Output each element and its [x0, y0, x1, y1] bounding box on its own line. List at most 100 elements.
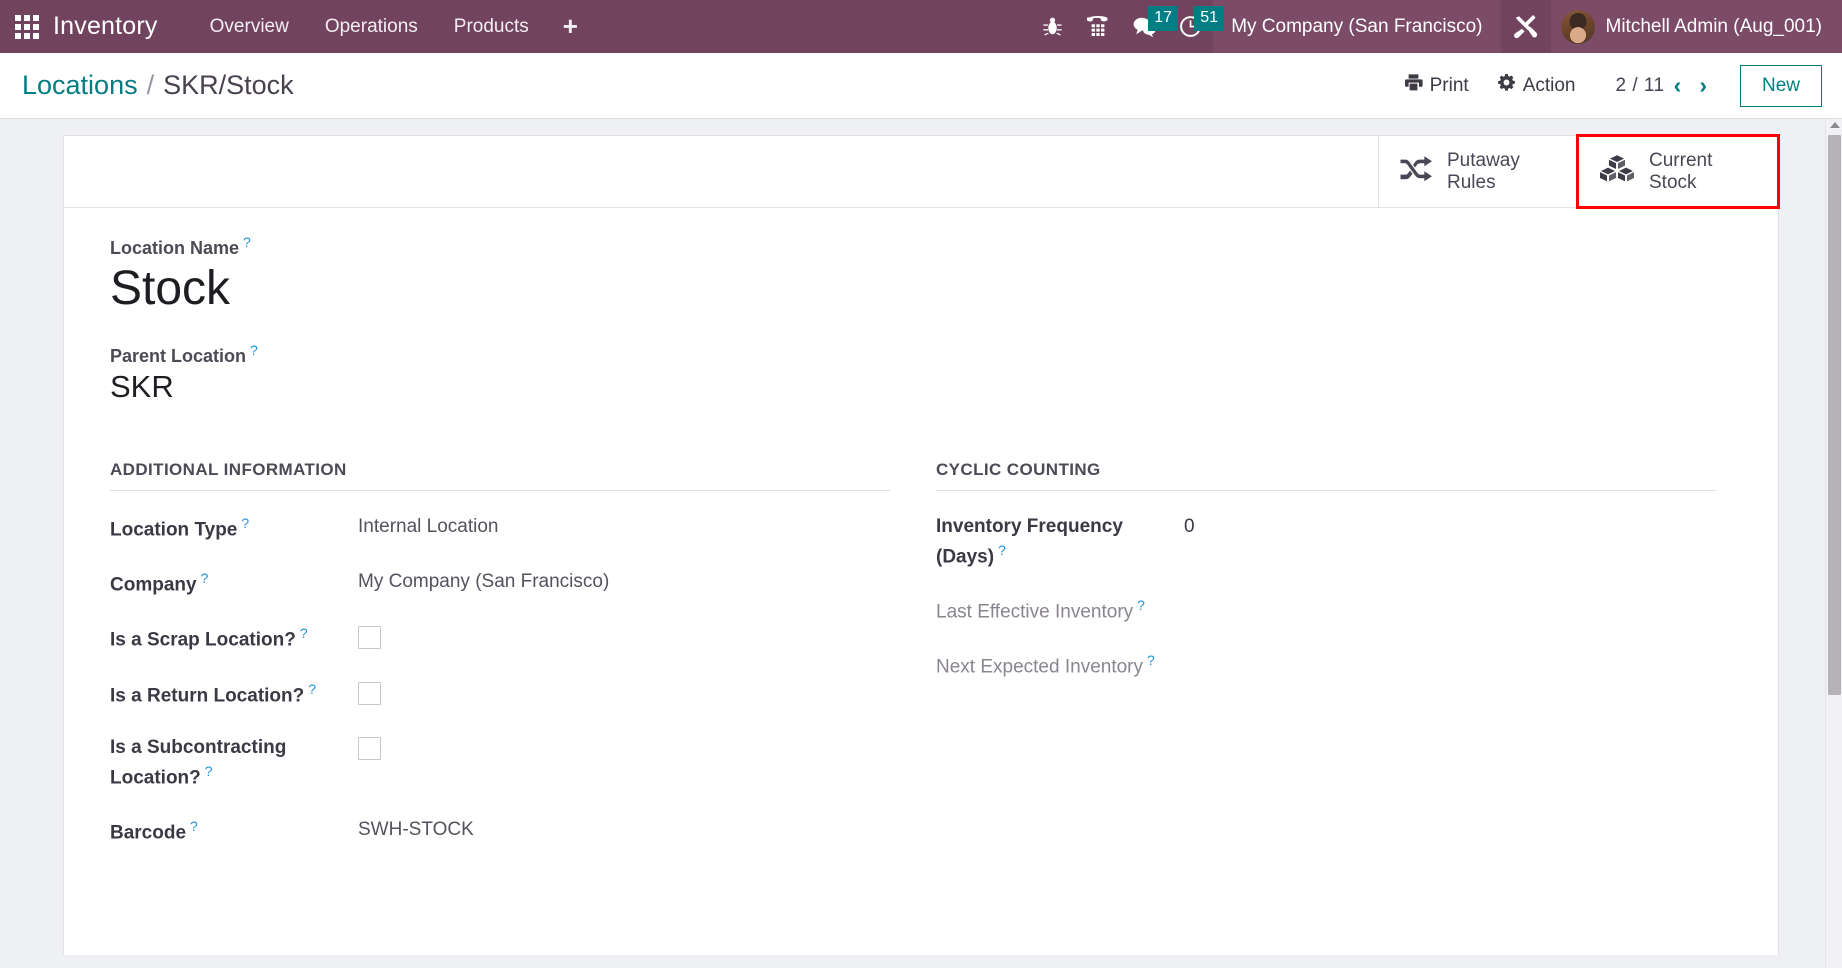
- last-effective-inventory-label: Last Effective Inventory?: [936, 595, 1184, 626]
- pager-next-button[interactable]: ›: [1690, 74, 1716, 97]
- parent-location-label: Parent Location?: [110, 342, 1716, 367]
- help-tooltip-icon[interactable]: ?: [241, 515, 249, 531]
- location-name-block: Location Name? Stock: [110, 234, 1716, 316]
- print-label: Print: [1429, 74, 1469, 96]
- form-body: Location Name? Stock Parent Location? SK…: [64, 208, 1778, 872]
- nav-operations[interactable]: Operations: [307, 0, 436, 53]
- printer-icon: [1404, 73, 1430, 98]
- pager: 2 / 11 ‹ ›: [1616, 74, 1716, 97]
- stat-stock-line1: Current: [1649, 149, 1713, 171]
- field-row-scrap-location: Is a Scrap Location??: [110, 623, 890, 654]
- pager-previous-button[interactable]: ‹: [1665, 74, 1691, 97]
- scrap-location-checkbox[interactable]: [358, 626, 381, 650]
- field-row-company: Company? My Company (San Francisco): [110, 568, 890, 599]
- field-row-return-location: Is a Return Location??: [110, 679, 890, 710]
- barcode-label-text: Barcode: [110, 822, 187, 844]
- company-label-text: Company: [110, 574, 197, 596]
- tools-icon[interactable]: [1501, 0, 1551, 53]
- subcontracting-location-label: Is a Subcontracting Location??: [110, 734, 358, 792]
- nav-add[interactable]: +: [547, 0, 594, 53]
- field-row-inventory-frequency: Inventory Frequency (Days)? 0: [936, 513, 1716, 571]
- help-tooltip-icon[interactable]: ?: [243, 234, 251, 250]
- parent-location-block: Parent Location? SKR: [110, 342, 1716, 404]
- apps-menu-button[interactable]: [0, 0, 53, 53]
- avatar: [1560, 9, 1595, 44]
- return-location-checkbox[interactable]: [358, 681, 381, 705]
- help-tooltip-icon[interactable]: ?: [300, 625, 308, 641]
- top-navbar: Inventory Overview Operations Products +: [0, 0, 1842, 53]
- company-label: Company?: [110, 568, 358, 599]
- barcode-value[interactable]: SWH-STOCK: [358, 816, 474, 844]
- app-brand[interactable]: Inventory: [53, 0, 168, 53]
- company-value[interactable]: My Company (San Francisco): [358, 568, 609, 596]
- scrap-location-label-text: Is a Scrap Location?: [110, 629, 296, 651]
- parent-location-value[interactable]: SKR: [110, 369, 1716, 404]
- print-button[interactable]: Print: [1390, 67, 1483, 104]
- help-tooltip-icon[interactable]: ?: [205, 763, 213, 779]
- stat-putaway-line2: Rules: [1447, 171, 1496, 193]
- stat-current-stock[interactable]: Current Stock: [1576, 134, 1780, 209]
- action-button[interactable]: Action: [1483, 67, 1590, 104]
- field-row-last-effective-inventory: Last Effective Inventory?: [936, 595, 1716, 626]
- location-name-label-text: Location Name: [110, 238, 240, 258]
- scroll-up-arrow-icon[interactable]: [1830, 122, 1840, 128]
- scrollbar-thumb[interactable]: [1828, 135, 1841, 695]
- breadcrumb-current: SKR/Stock: [163, 70, 294, 100]
- cyclic-counting-title: CYCLIC COUNTING: [936, 460, 1716, 491]
- help-tooltip-icon[interactable]: ?: [998, 542, 1006, 558]
- navbar-right: 17 51 My Company (San Francisco) Mitchel…: [1029, 0, 1842, 53]
- inventory-frequency-value[interactable]: 0: [1184, 513, 1195, 541]
- return-location-label-text: Is a Return Location?: [110, 685, 305, 707]
- messages-icon[interactable]: 17: [1121, 0, 1178, 53]
- help-tooltip-icon[interactable]: ?: [190, 818, 198, 834]
- cyclic-counting-group: CYCLIC COUNTING Inventory Frequency (Day…: [936, 460, 1716, 872]
- field-row-barcode: Barcode? SWH-STOCK: [110, 816, 890, 847]
- user-menu[interactable]: Mitchell Admin (Aug_001): [1550, 0, 1842, 53]
- subcontracting-location-checkbox[interactable]: [358, 737, 381, 761]
- bug-icon[interactable]: [1029, 0, 1075, 53]
- help-tooltip-icon[interactable]: ?: [1147, 652, 1155, 668]
- barcode-label: Barcode?: [110, 816, 358, 847]
- shuffle-icon: [1399, 155, 1433, 188]
- grid-apps-icon: [14, 14, 39, 39]
- breadcrumb: Locations / SKR/Stock: [22, 70, 294, 101]
- location-name-value[interactable]: Stock: [110, 262, 1716, 316]
- activities-badge: 51: [1194, 6, 1224, 31]
- user-name: Mitchell Admin (Aug_001): [1605, 15, 1823, 37]
- nav-products[interactable]: Products: [436, 0, 547, 53]
- stat-current-stock-label: Current Stock: [1649, 150, 1712, 194]
- form-view-area: Putaway Rules Current Stock Location Nam…: [0, 119, 1842, 968]
- breadcrumb-locations[interactable]: Locations: [22, 70, 138, 101]
- new-button[interactable]: New: [1739, 64, 1822, 107]
- field-row-location-type: Location Type? Internal Location: [110, 513, 890, 544]
- last-effective-inventory-label-text: Last Effective Inventory: [936, 601, 1134, 623]
- vertical-scrollbar[interactable]: [1825, 119, 1842, 968]
- stat-stock-line2: Stock: [1649, 171, 1697, 193]
- action-label: Action: [1522, 74, 1576, 96]
- activities-clock-icon[interactable]: 51: [1167, 0, 1224, 53]
- stat-putaway-line1: Putaway: [1447, 149, 1520, 171]
- pager-counter: 2 / 11: [1615, 74, 1665, 96]
- gear-icon: [1497, 73, 1523, 98]
- dialpad-icon[interactable]: [1075, 0, 1121, 53]
- location-type-value[interactable]: Internal Location: [358, 513, 499, 541]
- return-location-label: Is a Return Location??: [110, 679, 358, 710]
- control-panel-actions: Print Action 2 / 11 ‹ › New: [1390, 64, 1822, 107]
- sheet-wrapper: Putaway Rules Current Stock Location Nam…: [0, 119, 1842, 955]
- company-switcher[interactable]: My Company (San Francisco): [1213, 0, 1501, 53]
- field-row-next-expected-inventory: Next Expected Inventory?: [936, 650, 1716, 681]
- help-tooltip-icon[interactable]: ?: [201, 570, 209, 586]
- help-tooltip-icon[interactable]: ?: [250, 342, 258, 358]
- main-menu: Overview Operations Products +: [192, 0, 594, 53]
- inventory-frequency-label-text: Inventory Frequency (Days): [936, 515, 1123, 568]
- next-expected-inventory-label-text: Next Expected Inventory: [936, 656, 1143, 678]
- stat-putaway-rules[interactable]: Putaway Rules: [1378, 136, 1578, 207]
- additional-information-title: ADDITIONAL INFORMATION: [110, 460, 890, 491]
- location-name-label: Location Name?: [110, 234, 1716, 259]
- field-row-subcontracting-location: Is a Subcontracting Location??: [110, 734, 890, 792]
- help-tooltip-icon[interactable]: ?: [1137, 597, 1145, 613]
- stat-button-row: Putaway Rules Current Stock: [64, 134, 1780, 209]
- help-tooltip-icon[interactable]: ?: [308, 681, 316, 697]
- nav-overview[interactable]: Overview: [192, 0, 307, 53]
- additional-information-group: ADDITIONAL INFORMATION Location Type? In…: [110, 460, 890, 872]
